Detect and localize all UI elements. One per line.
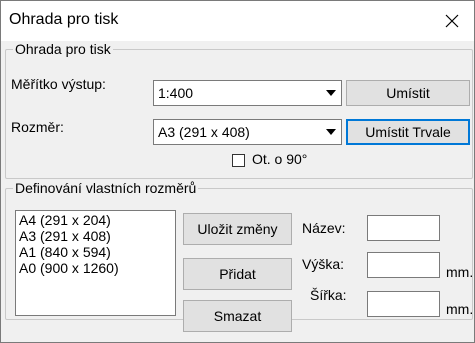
- place-permanent-button[interactable]: Umístit Trvale: [346, 119, 470, 145]
- place-button[interactable]: Umístit: [346, 80, 470, 106]
- size-select[interactable]: A3 (291 x 408): [153, 119, 342, 145]
- name-label: Název:: [302, 220, 346, 236]
- name-input[interactable]: [367, 215, 440, 241]
- scale-value: 1:400: [158, 85, 194, 101]
- size-label: Rozměr:: [11, 119, 64, 135]
- title-bar[interactable]: Ohrada pro tisk: [1, 1, 474, 41]
- list-item[interactable]: A0 (900 x 1260): [19, 260, 119, 276]
- custom-sizes-group-legend: Definování vlastních rozměrů: [13, 180, 199, 196]
- close-icon: [445, 14, 459, 28]
- height-unit: mm.: [446, 264, 474, 280]
- height-input[interactable]: [367, 252, 440, 278]
- list-item[interactable]: A3 (291 x 408): [19, 228, 111, 244]
- close-button[interactable]: [430, 1, 474, 41]
- rotate-checkbox[interactable]: [232, 154, 245, 167]
- save-changes-button[interactable]: Uložit změny: [183, 213, 292, 245]
- width-unit: mm.: [446, 301, 474, 317]
- print-frame-group-legend: Ohrada pro tisk: [13, 41, 113, 57]
- chevron-down-icon: [321, 81, 341, 105]
- list-item[interactable]: A4 (291 x 204): [19, 212, 111, 228]
- width-label: Šířka:: [310, 287, 347, 303]
- chevron-down-icon: [321, 120, 341, 144]
- height-label: Výška:: [302, 256, 345, 272]
- scale-label: Měřítko výstup:: [11, 76, 106, 92]
- rotate-checkbox-label: Ot. o 90°: [252, 151, 308, 167]
- width-input[interactable]: [367, 291, 440, 317]
- dialog-window: Ohrada pro tisk Ohrada pro tisk Měřítko …: [0, 0, 475, 343]
- window-title: Ohrada pro tisk: [9, 11, 119, 28]
- scale-select[interactable]: 1:400: [153, 80, 342, 106]
- list-item[interactable]: A1 (840 x 594): [19, 244, 111, 260]
- sizes-list[interactable]: A4 (291 x 204) A3 (291 x 408) A1 (840 x …: [15, 210, 176, 316]
- size-value: A3 (291 x 408): [158, 124, 250, 140]
- delete-button[interactable]: Smazat: [183, 300, 292, 332]
- add-button[interactable]: Přidat: [183, 258, 292, 290]
